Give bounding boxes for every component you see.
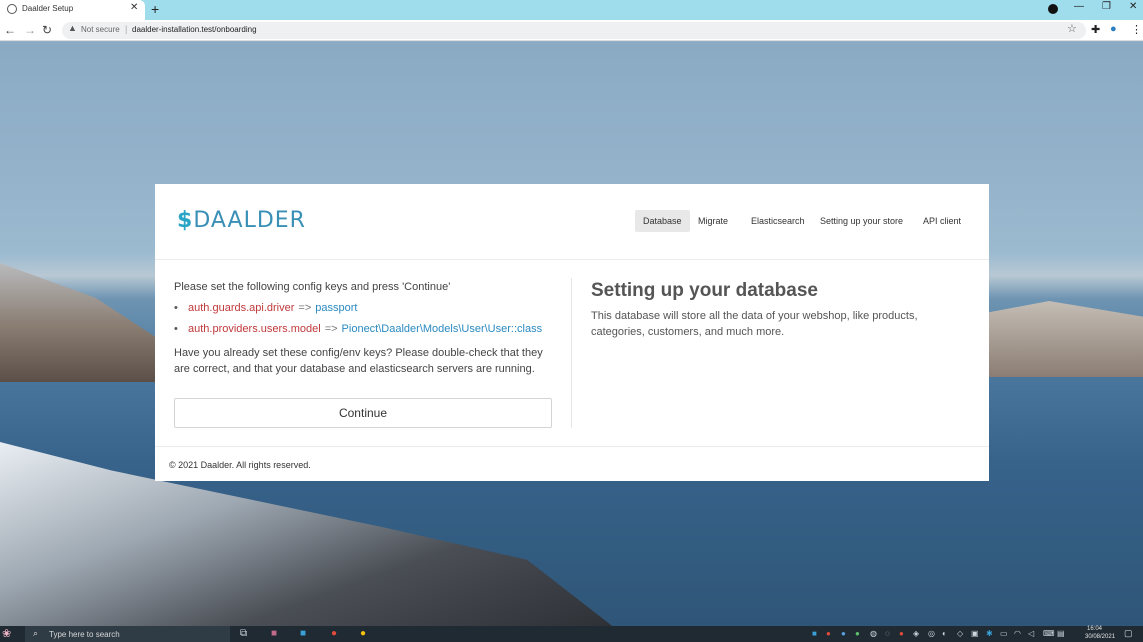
- url-text[interactable]: daalder-installation.test/onboarding: [132, 25, 257, 34]
- back-icon[interactable]: ←: [4, 23, 16, 37]
- step-description: Setting up your database This database w…: [591, 280, 971, 340]
- app-icon[interactable]: ■: [271, 628, 277, 639]
- step-migrate[interactable]: Migrate: [690, 210, 736, 232]
- volume-icon[interactable]: ◁: [1028, 629, 1034, 638]
- tab-title: Daalder Setup: [22, 4, 74, 13]
- config-intro: Please set the following config keys and…: [174, 281, 451, 293]
- tray-icon[interactable]: ■: [812, 629, 817, 638]
- notifications-icon[interactable]: ▢: [1124, 628, 1133, 639]
- security-label[interactable]: Not secure: [81, 25, 120, 34]
- search-icon: ⌕: [33, 628, 39, 638]
- reload-icon[interactable]: ↻: [42, 23, 52, 37]
- clock-date[interactable]: 30/08/2021: [1085, 634, 1115, 640]
- section-description: This database will store all the data of…: [591, 310, 918, 338]
- continue-button[interactable]: Continue: [174, 398, 552, 428]
- config-arrow: =>: [298, 302, 312, 314]
- menu-kebab-icon[interactable]: ⋮: [1131, 23, 1142, 36]
- browser-tab-strip: Daalder Setup ✕ + — ❐ ✕: [0, 0, 1143, 20]
- close-window-icon[interactable]: ✕: [1129, 1, 1137, 12]
- start-icon[interactable]: ❀: [2, 627, 11, 640]
- browser-tab[interactable]: Daalder Setup ✕: [0, 0, 145, 20]
- profile-icon[interactable]: [1048, 4, 1058, 14]
- step-api-client[interactable]: API client: [915, 210, 969, 232]
- language-icon[interactable]: ▤: [1057, 629, 1065, 638]
- tray-icon[interactable]: ◎: [928, 629, 935, 638]
- config-key: auth.guards.api.driver: [188, 302, 295, 314]
- config-hint: Have you already set these config/env ke…: [174, 347, 543, 375]
- step-setting-up-store[interactable]: Setting up your store: [812, 210, 911, 232]
- daalder-logo: $DAALDER: [177, 208, 306, 233]
- config-key-list: auth.guards.api.driver=>passport auth.pr…: [174, 301, 554, 343]
- taskbar: ❀ ⌕ Type here to search ⧉ ■ ■ ● ● ■ ● ● …: [0, 626, 1143, 642]
- tray-icon[interactable]: ●: [899, 629, 904, 638]
- step-elasticsearch[interactable]: Elasticsearch: [743, 210, 813, 232]
- wifi-icon[interactable]: ◠: [1014, 629, 1021, 638]
- search-placeholder: Type here to search: [49, 630, 120, 639]
- config-arrow: =>: [324, 323, 338, 335]
- minimize-icon[interactable]: —: [1074, 1, 1084, 12]
- config-value: passport: [315, 302, 358, 314]
- column-divider: [571, 278, 572, 428]
- task-view-icon[interactable]: ⧉: [240, 628, 247, 639]
- taskbar-search[interactable]: ⌕ Type here to search: [25, 626, 230, 642]
- footer-divider: [155, 446, 989, 447]
- globe-icon: [7, 4, 17, 14]
- tray-icon[interactable]: ◐: [942, 629, 947, 638]
- chrome-icon[interactable]: ●: [360, 628, 366, 639]
- tray-icon[interactable]: ▣: [971, 629, 979, 638]
- config-instructions: Please set the following config keys and…: [174, 280, 554, 377]
- network-icon[interactable]: ▭: [1000, 629, 1008, 638]
- close-tab-icon[interactable]: ✕: [130, 2, 138, 13]
- config-value: Pionect\Daalder\Models\User\User::class: [341, 323, 543, 335]
- onboarding-card: $DAALDER Database Migrate Elasticsearch …: [155, 184, 989, 481]
- list-item: auth.guards.api.driver=>passport: [174, 301, 554, 322]
- header-divider: [155, 259, 989, 260]
- list-item: auth.providers.users.model=>Pionect\Daal…: [174, 322, 554, 343]
- logo-dollar-symbol: $: [177, 208, 194, 233]
- tray-icon[interactable]: ●: [826, 629, 831, 638]
- bluetooth-icon[interactable]: ✱: [986, 629, 993, 638]
- tray-icon[interactable]: ◍: [870, 629, 877, 638]
- section-title: Setting up your database: [591, 280, 818, 301]
- forward-icon[interactable]: →: [24, 23, 36, 37]
- clock-time[interactable]: 16:04: [1087, 626, 1102, 632]
- app-icon[interactable]: ●: [331, 628, 337, 639]
- logo-text: DAALDER: [193, 208, 306, 233]
- address-bar[interactable]: ▲ Not secure | daalder-installation.test…: [62, 22, 1086, 39]
- warning-icon[interactable]: ▲: [68, 23, 77, 33]
- step-database[interactable]: Database: [635, 210, 690, 232]
- account-avatar-icon[interactable]: ●: [1110, 23, 1117, 35]
- tray-icon[interactable]: ◇: [957, 629, 963, 638]
- bookmark-star-icon[interactable]: ☆: [1067, 22, 1077, 35]
- tray-icon[interactable]: ●: [855, 629, 860, 638]
- new-tab-icon[interactable]: +: [151, 1, 159, 17]
- footer-copyright: © 2021 Daalder. All rights reserved.: [169, 460, 311, 470]
- config-key: auth.providers.users.model: [188, 323, 321, 335]
- tray-icon[interactable]: ◈: [913, 629, 919, 638]
- mountain-right-decoration: [985, 301, 1143, 377]
- tray-icon[interactable]: ◌: [885, 629, 890, 638]
- mountain-left-decoration: [0, 263, 160, 382]
- maximize-icon[interactable]: ❐: [1102, 1, 1111, 12]
- extensions-puzzle-icon[interactable]: ✚: [1091, 23, 1100, 36]
- address-separator: |: [125, 24, 128, 34]
- keyboard-icon[interactable]: ⌨: [1043, 629, 1055, 638]
- browser-toolbar: ← → ↻ ▲ Not secure | daalder-installatio…: [0, 20, 1143, 41]
- app-icon[interactable]: ■: [300, 628, 306, 639]
- tray-icon[interactable]: ●: [841, 629, 846, 638]
